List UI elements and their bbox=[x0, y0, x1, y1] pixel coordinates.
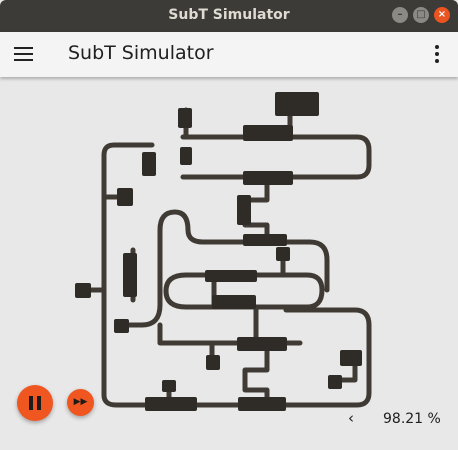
junction-module bbox=[340, 350, 362, 366]
menu-icon[interactable] bbox=[14, 47, 33, 62]
real-time-factor: 98.21 % bbox=[383, 411, 441, 427]
window-controls: – □ × bbox=[392, 7, 450, 23]
junction-module bbox=[123, 253, 137, 297]
junction-module bbox=[243, 125, 293, 141]
junction-module bbox=[238, 397, 286, 411]
junction-module bbox=[142, 152, 156, 176]
more-vert-icon[interactable] bbox=[434, 45, 440, 65]
maximize-icon[interactable]: □ bbox=[413, 7, 429, 23]
junction-module bbox=[114, 319, 129, 333]
app-title: SubT Simulator bbox=[68, 42, 214, 64]
tunnel-junctions bbox=[75, 92, 362, 411]
junction-module bbox=[75, 283, 91, 298]
fast-forward-button[interactable]: ▶▶ bbox=[67, 389, 94, 416]
fast-forward-icon: ▶▶ bbox=[73, 397, 88, 407]
junction-module bbox=[275, 92, 319, 116]
tunnel-map bbox=[82, 97, 372, 408]
chevron-left-icon[interactable]: ‹ bbox=[348, 409, 354, 427]
pause-button[interactable] bbox=[17, 385, 53, 421]
window-titlebar[interactable]: SubT Simulator – □ × bbox=[0, 0, 458, 32]
junction-module bbox=[162, 380, 176, 392]
tunnel-segment bbox=[283, 307, 372, 358]
junction-module bbox=[178, 108, 192, 128]
junction-module bbox=[145, 397, 197, 411]
junction-module bbox=[206, 355, 220, 370]
simulator-window: SubT Simulator – □ × SubT Simulator ▶▶ ‹… bbox=[0, 0, 458, 450]
junction-module bbox=[205, 270, 257, 282]
close-icon[interactable]: × bbox=[434, 7, 450, 23]
junction-module bbox=[243, 171, 293, 185]
junction-module bbox=[212, 295, 256, 309]
junction-module bbox=[328, 375, 342, 389]
junction-module bbox=[276, 247, 290, 261]
app-bar: SubT Simulator bbox=[0, 32, 458, 77]
junction-module bbox=[237, 337, 287, 351]
junction-module bbox=[180, 147, 192, 165]
pause-icon bbox=[29, 396, 33, 410]
tunnel-segment bbox=[242, 342, 270, 408]
minimize-icon[interactable]: – bbox=[392, 7, 408, 23]
junction-module bbox=[117, 188, 133, 206]
junction-module bbox=[237, 195, 251, 225]
junction-module bbox=[243, 234, 287, 246]
window-title: SubT Simulator bbox=[168, 7, 290, 23]
